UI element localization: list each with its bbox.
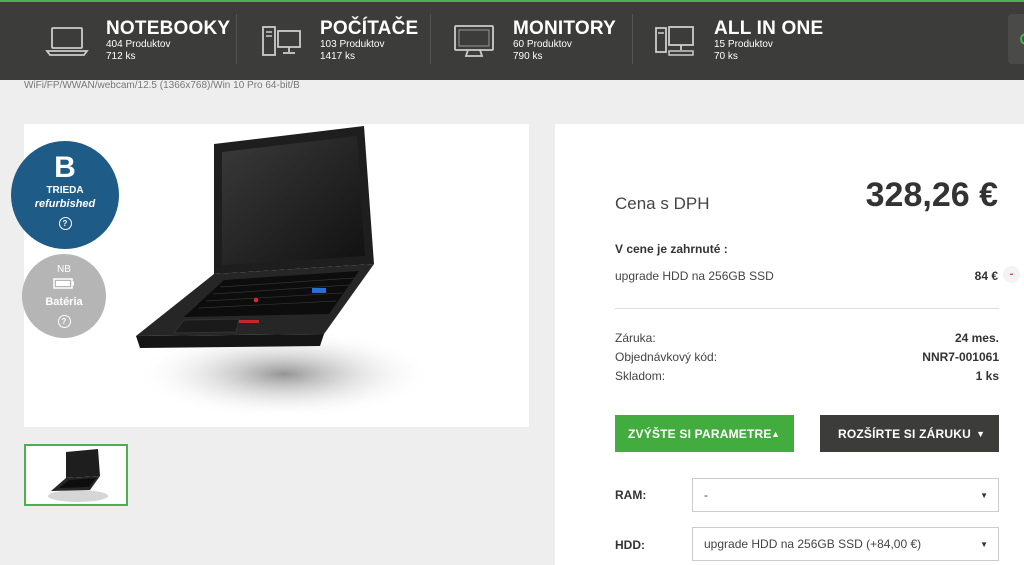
category-title: ALL IN ONE bbox=[714, 18, 824, 39]
category-title: MONITORY bbox=[513, 18, 616, 39]
product-purchase-panel: Cena s DPH 328,26 € V cene je zahrnuté :… bbox=[555, 124, 1024, 565]
category-title: NOTEBOOKY bbox=[106, 18, 231, 39]
category-products: 103 Produktov bbox=[320, 39, 385, 50]
help-icon[interactable]: ? bbox=[57, 315, 71, 328]
info-row-stock: Skladom: 1 ks bbox=[615, 369, 999, 383]
category-monitory[interactable]: MONITORY 60 Produktov 790 ks bbox=[451, 2, 616, 80]
divider bbox=[615, 308, 999, 309]
battery-top-label: NB bbox=[57, 264, 71, 275]
grade-badge[interactable]: B TRIEDA refurbished ? bbox=[11, 141, 119, 249]
included-heading: V cene je zahrnuté : bbox=[615, 242, 728, 256]
category-all-in-one[interactable]: ALL IN ONE 15 Produktov 70 ks bbox=[652, 2, 823, 80]
info-value: 24 mes. bbox=[954, 331, 999, 345]
grade-letter: B bbox=[54, 151, 76, 184]
laptop-thumbnail-image bbox=[48, 449, 108, 502]
included-item-price: 84 € bbox=[974, 269, 998, 283]
info-value: NNR7-001061 bbox=[922, 350, 999, 364]
desktop-pc-icon bbox=[258, 21, 304, 61]
divider bbox=[632, 14, 633, 64]
hdd-label: HDD: bbox=[615, 538, 645, 552]
caret-down-icon: ▼ bbox=[980, 490, 988, 500]
upgrade-parameters-button[interactable]: ZVÝŠTE SI PARAMETRE ▲ bbox=[615, 415, 794, 452]
product-thumbnail[interactable] bbox=[24, 444, 128, 506]
caret-down-icon: ▼ bbox=[980, 539, 988, 549]
price-label: Cena s DPH bbox=[615, 194, 710, 213]
toggle-icon bbox=[1020, 33, 1024, 45]
button-label: ROZŠÍRTE SI ZÁRUKU bbox=[838, 426, 971, 441]
divider bbox=[430, 14, 431, 64]
category-products: 15 Produktov bbox=[714, 39, 773, 50]
category-count: 790 ks bbox=[513, 51, 543, 62]
battery-label: Batéria bbox=[45, 296, 83, 308]
laptop-icon bbox=[44, 21, 90, 61]
included-item: upgrade HDD na 256GB SSD bbox=[615, 269, 774, 283]
side-toggle-button[interactable] bbox=[1008, 14, 1024, 64]
info-label: Záruka: bbox=[615, 331, 656, 345]
category-products: 404 Produktov bbox=[106, 39, 171, 50]
remove-item-button[interactable]: - bbox=[1003, 266, 1020, 283]
refurbished-label: refurbished bbox=[34, 198, 96, 210]
ram-selected-value: - bbox=[704, 488, 708, 502]
extend-warranty-button[interactable]: ROZŠÍRTE SI ZÁRUKU ▼ bbox=[820, 415, 999, 452]
category-products: 60 Produktov bbox=[513, 39, 572, 50]
category-pocitace[interactable]: POČÍTAČE 103 Produktov 1417 ks bbox=[258, 2, 418, 80]
category-title: POČÍTAČE bbox=[320, 18, 419, 39]
grade-label: TRIEDA bbox=[46, 185, 84, 196]
category-count: 70 ks bbox=[714, 51, 738, 62]
caret-up-icon: ▲ bbox=[771, 428, 780, 439]
hdd-selected-value: upgrade HDD na 256GB SSD (+84,00 €) bbox=[704, 537, 922, 551]
info-label: Objednávkový kód: bbox=[615, 350, 718, 364]
divider bbox=[236, 14, 237, 64]
info-row-order-code: Objednávkový kód: NNR7-001061 bbox=[615, 350, 999, 364]
category-count: 712 ks bbox=[106, 51, 136, 62]
button-label: ZVÝŠTE SI PARAMETRE bbox=[628, 426, 772, 441]
battery-icon bbox=[22, 276, 106, 294]
category-notebooky[interactable]: NOTEBOOKY 404 Produktov 712 ks bbox=[44, 2, 230, 80]
info-row-warranty: Záruka: 24 mes. bbox=[615, 331, 999, 345]
battery-badge[interactable]: NB Batéria ? bbox=[22, 254, 106, 338]
category-count: 1417 ks bbox=[320, 51, 356, 62]
info-value: 1 ks bbox=[975, 369, 999, 383]
price-value: 328,26 € bbox=[865, 176, 998, 214]
help-icon[interactable]: ? bbox=[58, 217, 72, 230]
hdd-select[interactable]: upgrade HDD na 256GB SSD (+84,00 €) ▼ bbox=[692, 527, 999, 561]
caret-down-icon: ▼ bbox=[976, 428, 985, 439]
info-label: Skladom: bbox=[615, 369, 666, 383]
ram-select[interactable]: - ▼ bbox=[692, 478, 999, 512]
category-bar: NOTEBOOKY 404 Produktov 712 ks POČÍTAČE … bbox=[0, 0, 1024, 80]
all-in-one-icon bbox=[652, 21, 698, 61]
monitor-icon bbox=[451, 21, 497, 61]
breadcrumb: WiFi/FP/WWAN/webcam/12.5 (1366x768)/Win … bbox=[24, 80, 300, 91]
ram-label: RAM: bbox=[615, 488, 647, 502]
